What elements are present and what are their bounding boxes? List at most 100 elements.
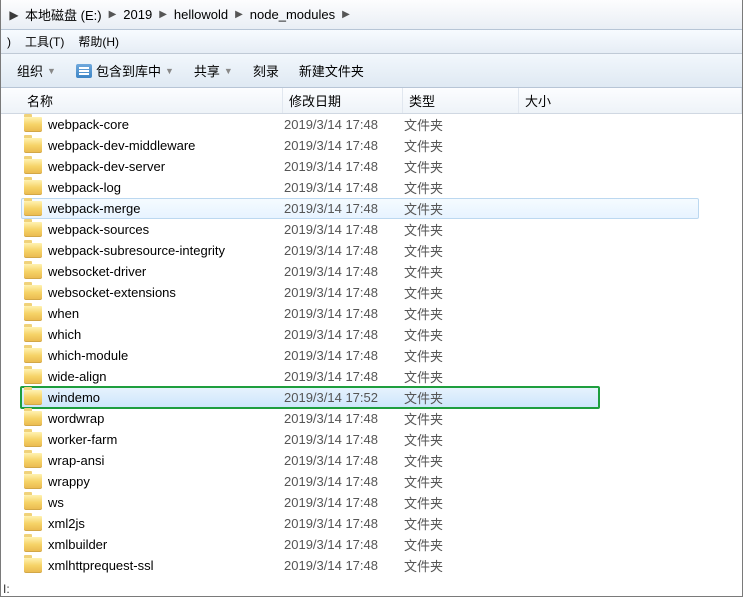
folder-icon — [24, 222, 42, 237]
chevron-right-icon[interactable]: ▶ — [339, 9, 353, 20]
toolbar: 组织 ▼ 包含到库中 ▼ 共享 ▼ 刻录 新建文件夹 — [1, 54, 742, 88]
folder-row[interactable]: wide-align2019/3/14 17:48文件夹 — [21, 366, 742, 387]
folder-icon — [24, 453, 42, 468]
item-type: 文件夹 — [404, 451, 520, 470]
modified-date: 2019/3/14 17:48 — [284, 474, 404, 489]
folder-row[interactable]: webpack-log2019/3/14 17:48文件夹 — [21, 177, 742, 198]
nav-chevron-icon[interactable]: ▶ — [7, 8, 21, 22]
column-name[interactable]: 名称 — [21, 88, 283, 113]
folder-icon — [24, 495, 42, 510]
folder-icon — [24, 390, 42, 405]
address-bar[interactable]: ▶ 本地磁盘 (E:)▶2019▶hellowold▶node_modules▶ — [1, 0, 742, 30]
chevron-right-icon[interactable]: ▶ — [232, 9, 246, 20]
folder-name: xmlbuilder — [48, 537, 107, 552]
folder-name: wrap-ansi — [48, 453, 104, 468]
modified-date: 2019/3/14 17:48 — [284, 264, 404, 279]
modified-date: 2019/3/14 17:48 — [284, 348, 404, 363]
folder-name: webpack-sources — [48, 222, 149, 237]
sidebar-drive-label[interactable]: I: — [1, 582, 10, 596]
item-type: 文件夹 — [404, 157, 520, 176]
column-type[interactable]: 类型 — [403, 88, 519, 113]
chevron-right-icon[interactable]: ▶ — [106, 9, 120, 20]
modified-date: 2019/3/14 17:48 — [284, 306, 404, 321]
folder-name: wrappy — [48, 474, 90, 489]
chevron-down-icon: ▼ — [47, 66, 56, 76]
folder-icon — [24, 285, 42, 300]
folder-name: websocket-driver — [48, 264, 146, 279]
item-type: 文件夹 — [404, 241, 520, 260]
modified-date: 2019/3/14 17:48 — [284, 159, 404, 174]
library-icon — [76, 64, 92, 78]
folder-row[interactable]: ws2019/3/14 17:48文件夹 — [21, 492, 742, 513]
folder-name: ws — [48, 495, 64, 510]
column-date[interactable]: 修改日期 — [283, 88, 403, 113]
folder-name: which-module — [48, 348, 128, 363]
item-type: 文件夹 — [404, 262, 520, 281]
chevron-down-icon: ▼ — [165, 66, 174, 76]
folder-row[interactable]: xmlhttprequest-ssl2019/3/14 17:48文件夹 — [21, 555, 742, 576]
folder-row[interactable]: websocket-extensions2019/3/14 17:48文件夹 — [21, 282, 742, 303]
folder-icon — [24, 264, 42, 279]
chevron-right-icon[interactable]: ▶ — [156, 9, 170, 20]
item-type: 文件夹 — [404, 178, 520, 197]
item-type: 文件夹 — [404, 220, 520, 239]
item-type: 文件夹 — [404, 136, 520, 155]
file-list: webpack-core2019/3/14 17:48文件夹webpack-de… — [1, 114, 742, 576]
item-type: 文件夹 — [404, 199, 520, 218]
modified-date: 2019/3/14 17:48 — [284, 432, 404, 447]
folder-row[interactable]: wordwrap2019/3/14 17:48文件夹 — [21, 408, 742, 429]
folder-icon — [24, 432, 42, 447]
folder-icon — [24, 159, 42, 174]
breadcrumb-segment[interactable]: hellowold — [170, 0, 232, 29]
folder-icon — [24, 516, 42, 531]
breadcrumb-segment[interactable]: node_modules — [246, 0, 339, 29]
menu-tools[interactable]: 工具(T) — [25, 33, 64, 50]
folder-row[interactable]: windemo2019/3/14 17:52文件夹 — [21, 387, 599, 408]
folder-row[interactable]: webpack-dev-middleware2019/3/14 17:48文件夹 — [21, 135, 742, 156]
folder-icon — [24, 180, 42, 195]
modified-date: 2019/3/14 17:48 — [284, 453, 404, 468]
folder-row[interactable]: worker-farm 2019/3/14 17:48文件夹 — [21, 429, 742, 450]
burn-button[interactable]: 刻录 — [245, 58, 287, 83]
folder-name: webpack-subresource-integrity — [48, 243, 225, 258]
folder-name: worker-farm — [48, 432, 117, 447]
item-type: 文件夹 — [404, 367, 520, 386]
menu-bar: ) 工具(T) 帮助(H) — [1, 30, 742, 54]
modified-date: 2019/3/14 17:48 — [284, 138, 404, 153]
modified-date: 2019/3/14 17:48 — [284, 222, 404, 237]
folder-name: wide-align — [48, 369, 107, 384]
folder-row[interactable]: xml2js2019/3/14 17:48文件夹 — [21, 513, 742, 534]
folder-row[interactable]: webpack-sources 2019/3/14 17:48文件夹 — [21, 219, 742, 240]
folder-name: xmlhttprequest-ssl — [48, 558, 153, 573]
folder-icon — [24, 138, 42, 153]
folder-row[interactable]: xmlbuilder2019/3/14 17:48文件夹 — [21, 534, 742, 555]
breadcrumb-segment[interactable]: 本地磁盘 (E:) — [21, 0, 106, 29]
chevron-down-icon: ▼ — [224, 66, 233, 76]
folder-row[interactable]: which2019/3/14 17:48文件夹 — [21, 324, 742, 345]
folder-name: webpack-merge — [48, 201, 141, 216]
item-type: 文件夹 — [404, 514, 520, 533]
item-type: 文件夹 — [404, 430, 520, 449]
item-type: 文件夹 — [404, 115, 520, 134]
folder-row[interactable]: webpack-dev-server2019/3/14 17:48文件夹 — [21, 156, 742, 177]
folder-row[interactable]: wrappy2019/3/14 17:48文件夹 — [21, 471, 742, 492]
include-in-library-button[interactable]: 包含到库中 ▼ — [68, 58, 182, 83]
column-headers: 名称 修改日期 类型 大小 — [1, 88, 742, 114]
share-button[interactable]: 共享 ▼ — [186, 58, 241, 83]
new-folder-button[interactable]: 新建文件夹 — [291, 58, 372, 83]
folder-icon — [24, 369, 42, 384]
organize-button[interactable]: 组织 ▼ — [9, 58, 64, 83]
folder-icon — [24, 117, 42, 132]
folder-name: webpack-core — [48, 117, 129, 132]
breadcrumb-segment[interactable]: 2019 — [119, 0, 156, 29]
folder-row[interactable]: when2019/3/14 17:48文件夹 — [21, 303, 742, 324]
folder-row[interactable]: websocket-driver 2019/3/14 17:48文件夹 — [21, 261, 742, 282]
folder-row[interactable]: webpack-subresource-integrity2019/3/14 1… — [21, 240, 742, 261]
folder-row[interactable]: webpack-core2019/3/14 17:48文件夹 — [21, 114, 742, 135]
folder-row[interactable]: webpack-merge2019/3/14 17:48文件夹 — [21, 198, 699, 219]
menu-help[interactable]: 帮助(H) — [78, 33, 119, 50]
folder-row[interactable]: wrap-ansi 2019/3/14 17:48文件夹 — [21, 450, 742, 471]
folder-row[interactable]: which-module2019/3/14 17:48文件夹 — [21, 345, 742, 366]
column-size[interactable]: 大小 — [519, 88, 742, 113]
folder-name: websocket-extensions — [48, 285, 176, 300]
